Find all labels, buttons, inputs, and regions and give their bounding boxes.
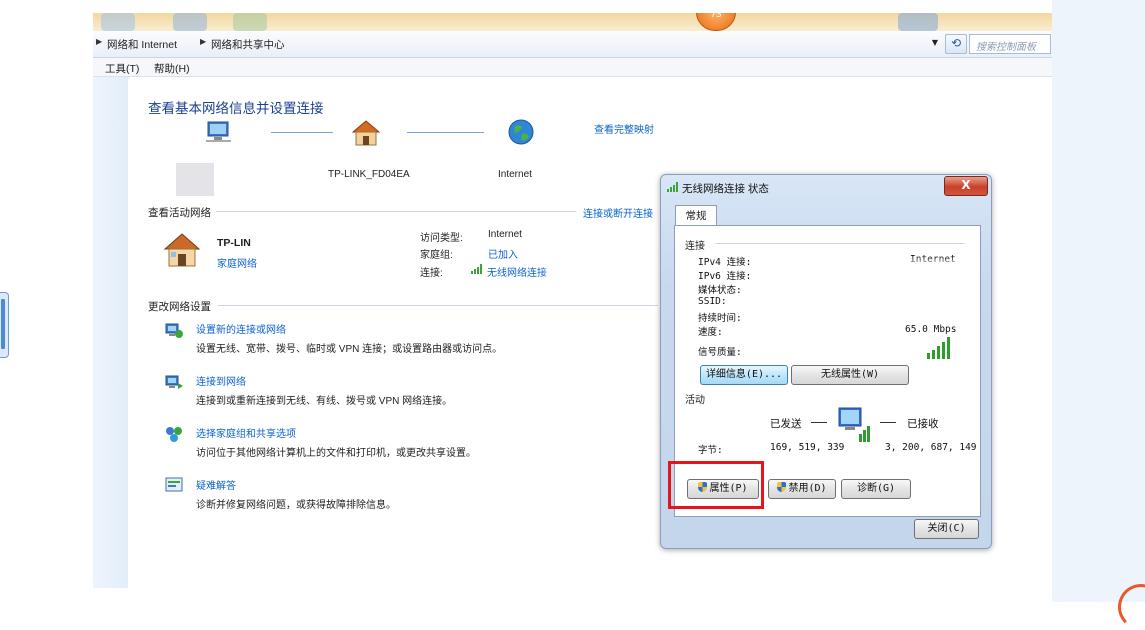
bytes-received: 3, 200, 687, 149: [885, 442, 977, 453]
page-title: 查看基本网络信息并设置连接: [148, 101, 324, 116]
connections-label: 连接:: [420, 268, 443, 279]
wifi-signal-icon: [471, 264, 483, 274]
map-connector-line: [271, 132, 333, 133]
redacted-block: [176, 163, 214, 196]
homegroup-link[interactable]: 已加入: [488, 246, 518, 261]
window-title-strip: [93, 13, 1052, 31]
homegroup-icon: [164, 425, 184, 443]
received-label: 已接收: [907, 418, 939, 430]
redacted-area: [548, 251, 668, 287]
new-connection-icon: [164, 321, 184, 339]
uac-shield-icon: [777, 482, 787, 492]
dialog-title: 无线网络连接 状态: [682, 183, 769, 195]
duration-label: 持续时间:: [698, 313, 742, 324]
menu-bar: 工具(T) 帮助(H): [93, 58, 1052, 77]
view-full-map-link[interactable]: 查看完整映射: [594, 121, 654, 136]
taskbar-thumb-icon: [101, 13, 135, 31]
disable-button[interactable]: 禁用(D): [768, 479, 836, 499]
network-name: TP-LIN: [217, 237, 251, 249]
internet-globe-icon[interactable]: [508, 119, 534, 145]
signal-strength-icon: [927, 337, 953, 359]
bytes-label: 字节:: [698, 445, 723, 456]
speed-value: 65.0 Mbps: [905, 324, 957, 335]
setup-connection-desc: 设置无线、宽带、拨号、临时或 VPN 连接；或设置路由器或访问点。: [196, 344, 503, 355]
internet-label: Internet: [498, 169, 532, 180]
tab-general[interactable]: 常规: [675, 205, 717, 226]
homegroup-options-desc: 访问位于其他网络计算机上的文件和打印机，或更改共享设置。: [196, 448, 476, 459]
menu-tools[interactable]: 工具(T): [105, 61, 139, 76]
troubleshoot-icon: [164, 476, 184, 494]
media-state-label: 媒体状态:: [698, 285, 742, 296]
change-settings-header: 更改网络设置: [148, 301, 211, 313]
menu-help[interactable]: 帮助(H): [154, 61, 190, 76]
breadcrumb-chevron-icon: ▶: [96, 37, 103, 46]
taskbar-thumb-icon: [898, 13, 938, 31]
diagnose-button[interactable]: 诊断(G): [841, 479, 911, 499]
breadcrumb-chevron-icon: ▶: [200, 37, 207, 46]
refresh-button[interactable]: ⟲: [945, 34, 967, 54]
highlight-annotation-box: [668, 461, 764, 509]
wireless-properties-button[interactable]: 无线属性(W): [791, 365, 909, 385]
homegroup-label: 家庭组:: [420, 250, 453, 261]
section-divider: [216, 211, 576, 212]
details-button[interactable]: 详细信息(E)...: [700, 365, 788, 385]
network-type-link[interactable]: 家庭网络: [217, 255, 257, 270]
page-background-left: [0, 0, 93, 602]
page-background-right: [1052, 0, 1145, 602]
taskbar-thumb-icon: [173, 13, 207, 31]
search-placeholder: 搜索控制面板: [976, 42, 1036, 53]
map-connector-line: [407, 132, 484, 133]
troubleshoot-link[interactable]: 疑难解答: [196, 477, 236, 492]
signal-quality-label: 信号质量:: [698, 347, 742, 358]
ssid-label: SSID:: [698, 296, 727, 307]
group-divider: [715, 243, 965, 244]
network-activity-icon: [835, 406, 875, 446]
sent-label: 已发送: [770, 418, 802, 430]
close-dialog-button[interactable]: 关闭(C): [914, 519, 979, 539]
breadcrumb-item[interactable]: 网络和 Internet: [107, 37, 177, 52]
bytes-sent: 169, 519, 339: [770, 442, 845, 453]
address-dropdown-icon[interactable]: ▼: [929, 36, 941, 50]
sent-dash: [811, 422, 827, 423]
ipv4-label: IPv4 连接:: [698, 257, 752, 268]
connect-network-icon: [164, 373, 184, 391]
dialog-close-button[interactable]: X: [944, 176, 988, 196]
wireless-connection-link[interactable]: 无线网络连接: [487, 264, 548, 279]
left-nav-pane: [93, 77, 128, 588]
computer-icon: [205, 121, 233, 143]
disable-button-label: 禁用(D): [788, 483, 827, 494]
access-type-value: Internet: [488, 229, 522, 240]
side-tab-widget[interactable]: [0, 292, 9, 358]
active-networks-header: 查看活动网络: [148, 207, 211, 219]
redacted-values: [890, 262, 972, 320]
homegroup-options-link[interactable]: 选择家庭组和共享选项: [196, 425, 296, 440]
taskbar-thumb-icon: [233, 13, 267, 31]
connection-group-header: 连接: [685, 241, 705, 252]
router-home-icon[interactable]: [351, 120, 381, 146]
ipv6-label: IPv6 连接:: [698, 271, 752, 282]
connect-to-network-desc: 连接到或重新连接到无线、有线、拨号或 VPN 网络连接。: [196, 396, 453, 407]
speed-label: 速度:: [698, 327, 723, 338]
search-input[interactable]: 搜索控制面板: [969, 34, 1051, 54]
dialog-wifi-icon: [667, 182, 679, 192]
connect-disconnect-link[interactable]: 连接或断开连接: [583, 205, 653, 220]
setup-connection-link[interactable]: 设置新的连接或网络: [196, 321, 286, 336]
address-bar[interactable]: ▶ 网络和 Internet ▶ 网络和共享中心 ▼ ⟲ 搜索控制面板: [93, 31, 1052, 58]
breadcrumb-item[interactable]: 网络和共享中心: [211, 37, 285, 52]
troubleshoot-desc: 诊断并修复网络问题，或获得故障排除信息。: [196, 500, 396, 511]
access-type-label: 访问类型:: [420, 233, 463, 244]
router-label: TP-LINK_FD04EA: [328, 169, 410, 180]
received-dash: [880, 422, 896, 423]
activity-group-header: 活动: [685, 395, 705, 406]
home-network-icon[interactable]: [163, 232, 201, 268]
connect-to-network-link[interactable]: 连接到网络: [196, 373, 246, 388]
redacted-network-name: [263, 229, 373, 259]
section-divider: [218, 305, 658, 306]
